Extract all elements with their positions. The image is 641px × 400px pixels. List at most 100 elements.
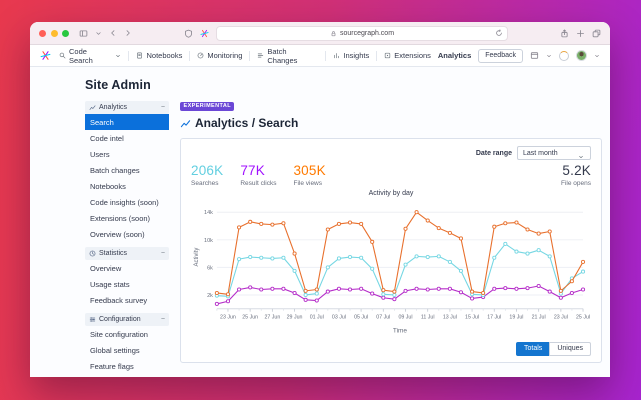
sidebar-item-feature-flags[interactable]: Feature flags (85, 358, 169, 374)
svg-text:25 Jul: 25 Jul (576, 314, 590, 320)
line-chart-icon (180, 118, 191, 129)
sidebar-item-overview[interactable]: Overview (85, 260, 169, 276)
book-icon (137, 52, 143, 59)
svg-text:15 Jul: 15 Jul (465, 314, 479, 320)
sidebar-item-code-intel[interactable]: Code intel (85, 130, 169, 146)
new-tab-button[interactable] (576, 29, 585, 38)
close-button[interactable] (39, 29, 46, 37)
content-area: Site Admin Analytics − Search Code intel Use… (30, 67, 610, 377)
stats-row: 206K Searches 77K Result clicks 305K File vie… (191, 163, 591, 187)
tabs-icon (592, 29, 601, 37)
sidebar-item-usage-stats[interactable]: Usage stats (85, 276, 169, 292)
sidebar-group-statistics[interactable]: Statistics − (85, 247, 169, 260)
chevron-down-icon (546, 53, 552, 59)
svg-text:01 Jul: 01 Jul (310, 314, 324, 320)
date-range-value: Last month (523, 149, 558, 157)
address-bar[interactable]: sourcegraph.com (216, 25, 508, 41)
activity-chart: 2k 6k 10k 14k 23 Jun 25 Jun 27 Jun 29 Jun 01 Jul… (194, 209, 590, 334)
shield-icon[interactable] (184, 29, 193, 38)
nav-item-insights[interactable]: Insights (333, 51, 369, 60)
sourcegraph-extension-icon[interactable] (200, 29, 209, 38)
sidebar-item-users[interactable]: Users (85, 146, 169, 162)
chev-down-icon (595, 54, 599, 57)
nav-item-notebooks[interactable]: Notebooks (136, 51, 182, 60)
sidebar-item-global-settings[interactable]: Global settings (85, 342, 169, 358)
minimize-button[interactable] (50, 29, 58, 37)
collapse-icon[interactable]: − (161, 104, 165, 111)
nav-item-code-search[interactable]: Code Search (59, 47, 121, 65)
lock-icon (330, 30, 337, 37)
chev-down-icon (96, 31, 101, 35)
chev-left-icon (111, 30, 115, 36)
page-heading: Analytics / Search (180, 116, 602, 130)
chev-down-icon (116, 54, 121, 57)
nav-divider (325, 50, 327, 61)
collapse-icon[interactable]: − (161, 250, 165, 257)
stat-searches: 206K Searches (191, 163, 224, 187)
plus-icon (577, 29, 584, 37)
page-title: Analytics / Search (195, 116, 299, 130)
svg-text:09 Jul: 09 Jul (398, 314, 412, 320)
avatar[interactable] (576, 50, 587, 61)
url-text: sourcegraph.com (339, 29, 395, 37)
main-panel: Experimental Analytics / Search Date ran… (180, 77, 602, 377)
tabs-overview-button[interactable] (592, 29, 601, 38)
sidebar-item-search[interactable]: Search (85, 114, 169, 130)
sidebar-item-overview-soon[interactable]: Overview (soon) (85, 226, 169, 242)
sidebar-item-batch-changes[interactable]: Batch changes (85, 162, 169, 178)
admin-sidebar: Site Admin Analytics − Search Code intel Use… (85, 77, 169, 377)
sourcegraph-logo[interactable] (40, 50, 51, 61)
sg-logo-icon (200, 29, 209, 37)
uniques-button[interactable]: Uniques (549, 341, 591, 356)
insights-icon (334, 53, 340, 59)
nav-divider (128, 50, 130, 61)
sg-logo-icon (40, 51, 51, 60)
svg-text:05 Jul: 05 Jul (354, 314, 368, 320)
forward-button[interactable] (124, 29, 132, 37)
clock-icon (89, 250, 96, 257)
sidebar-item-site-configuration[interactable]: Site configuration (85, 326, 169, 342)
sidebar-item-code-insights-soon[interactable]: Code insights (soon) (85, 194, 169, 210)
sidebar-group-configuration[interactable]: Configuration − (85, 313, 169, 326)
analytics-link[interactable]: Analytics (438, 51, 471, 60)
lock-icon (331, 30, 336, 36)
nav-item-monitoring[interactable]: Monitoring (197, 51, 242, 60)
browser-window: sourcegraph.com Code Search Notebooks Moni… (30, 22, 610, 377)
batch-icon (258, 53, 264, 58)
svg-text:25 Jun: 25 Jun (242, 314, 258, 320)
svg-text:27 Jun: 27 Jun (264, 314, 280, 320)
refresh-button[interactable] (495, 29, 503, 37)
sidebar-toggle-button[interactable] (79, 29, 88, 38)
totals-button[interactable]: Totals (516, 341, 550, 356)
setup-status-icon[interactable] (559, 50, 569, 61)
sidebar-item-feedback-survey[interactable]: Feedback survey (85, 292, 169, 308)
share-icon (561, 28, 568, 37)
chevron-down-icon[interactable] (95, 30, 102, 37)
stat-result-clicks: 77K Result clicks (240, 163, 277, 187)
browser-chrome: sourcegraph.com (30, 22, 610, 45)
nav-item-extensions[interactable]: Extensions (384, 51, 431, 60)
sidebar-item-license[interactable]: License (85, 374, 169, 377)
analytics-card: Date range Last month 206K Searches 77K Res… (180, 138, 602, 363)
svg-text:Time: Time (393, 327, 408, 334)
nav-item-batch-changes[interactable]: Batch Changes (257, 47, 318, 65)
chev-down-icon (579, 155, 583, 159)
back-button[interactable] (109, 29, 117, 37)
feedback-button[interactable]: Feedback (478, 48, 523, 63)
sidebar-group-analytics[interactable]: Analytics − (85, 101, 169, 114)
nav-divider (249, 50, 251, 61)
svg-text:2k: 2k (207, 292, 213, 298)
nav-divider (189, 50, 191, 61)
share-button[interactable] (560, 28, 569, 38)
stat-file-opens: 5.2K File opens (561, 163, 591, 187)
sidebar-item-extensions-soon[interactable]: Extensions (soon) (85, 210, 169, 226)
chevron-down-icon[interactable] (594, 53, 600, 59)
date-range-select[interactable]: Last month (517, 146, 591, 160)
stat-file-views: 305K File views (293, 163, 326, 187)
collapse-icon[interactable]: − (161, 316, 165, 323)
apps-menu-icon[interactable] (530, 51, 539, 60)
sliders-icon (89, 317, 96, 322)
svg-text:23 Jul: 23 Jul (554, 314, 568, 320)
sidebar-item-notebooks[interactable]: Notebooks (85, 178, 169, 194)
maximize-button[interactable] (62, 29, 69, 37)
